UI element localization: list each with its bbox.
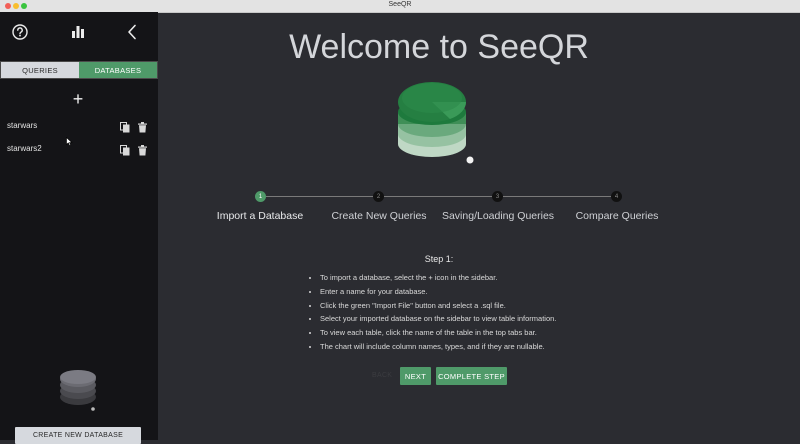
back-button[interactable]: BACK — [372, 372, 392, 379]
copy-icon[interactable] — [120, 143, 130, 161]
tab-queries[interactable]: QUERIES — [1, 62, 79, 78]
instruction-item: The chart will include column names, typ… — [320, 340, 556, 354]
instruction-item: Select your imported database on the sid… — [320, 312, 556, 326]
add-database-plus-icon[interactable]: + — [70, 90, 86, 108]
copy-icon[interactable] — [120, 120, 130, 138]
database-name[interactable]: starwars2 — [7, 144, 42, 153]
step-1-indicator[interactable]: 1 — [255, 191, 266, 202]
complete-step-button[interactable]: COMPLETE STEP — [436, 367, 507, 385]
database-name[interactable]: starwars — [7, 121, 37, 130]
next-button[interactable]: NEXT — [400, 367, 431, 385]
step-2-label: Create New Queries — [331, 210, 427, 222]
tab-databases[interactable]: DATABASES — [79, 62, 157, 78]
database-list-item[interactable]: starwars — [7, 120, 152, 134]
database-list-item[interactable]: starwars2 — [7, 143, 152, 157]
create-new-database-button[interactable]: CREATE NEW DATABASE — [15, 427, 141, 444]
bar-chart-icon[interactable] — [68, 23, 88, 41]
stepper-connector — [503, 196, 611, 197]
trash-icon[interactable] — [138, 120, 147, 138]
stepper-connector — [384, 196, 494, 197]
main-panel: Welcome to SeeQR 1 2 3 4 Import a Databa… — [158, 12, 800, 440]
step-3-indicator[interactable]: 3 — [492, 191, 503, 202]
step-2-indicator[interactable]: 2 — [373, 191, 384, 202]
window-title: SeeQR — [388, 1, 412, 8]
step-1-label: Import a Database — [216, 210, 304, 222]
instruction-list: To import a database, select the + icon … — [306, 271, 556, 354]
welcome-heading: Welcome to SeeQR — [289, 28, 589, 66]
mouse-cursor-icon — [66, 133, 73, 151]
seeqr-logo-small — [58, 367, 100, 418]
instruction-item: Enter a name for your database. — [320, 285, 556, 299]
stepper-connector — [266, 196, 376, 197]
step-4-indicator[interactable]: 4 — [611, 191, 622, 202]
instruction-item: Click the green "Import File" button and… — [320, 299, 556, 313]
sidebar: QUERIES DATABASES + starwars starwars2 C… — [0, 12, 158, 444]
step-4-label: Compare Queries — [575, 210, 659, 222]
seeqr-logo — [390, 76, 480, 181]
trash-icon[interactable] — [138, 143, 147, 161]
sidebar-tab-toggle: QUERIES DATABASES — [0, 61, 158, 79]
step-3-label: Saving/Loading Queries — [441, 210, 555, 222]
help-icon[interactable] — [10, 23, 30, 41]
step-title: Step 1: — [424, 254, 454, 264]
instruction-item: To view each table, click the name of th… — [320, 326, 556, 340]
chevron-left-icon[interactable] — [122, 23, 142, 41]
instruction-item: To import a database, select the + icon … — [320, 271, 556, 285]
